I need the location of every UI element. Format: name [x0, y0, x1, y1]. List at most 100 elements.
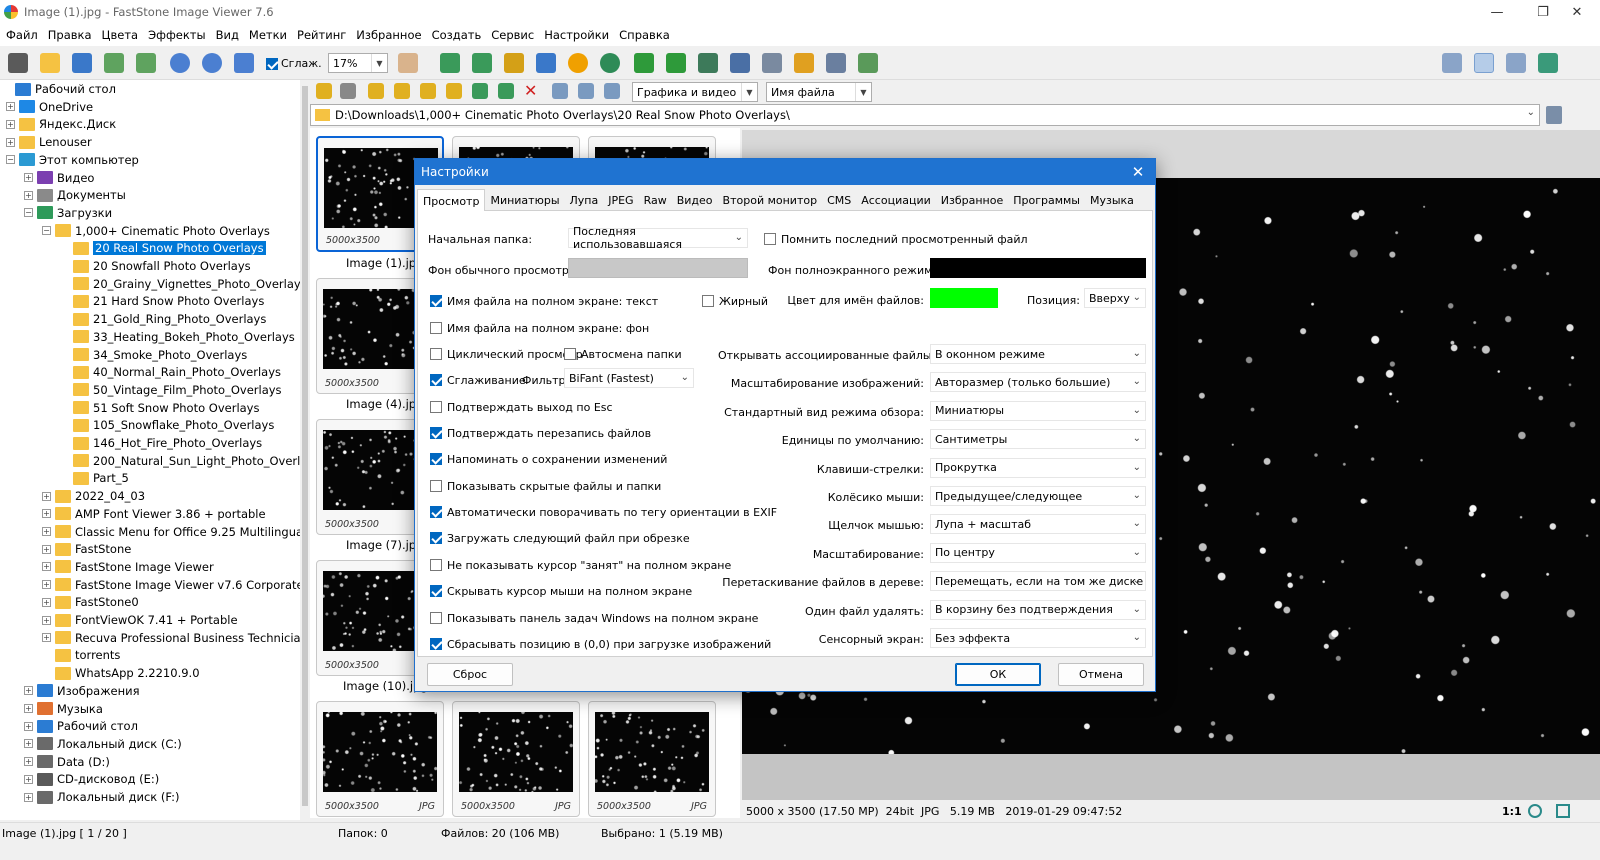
- menu-colors[interactable]: Цвета: [98, 28, 143, 42]
- tab-9[interactable]: Избранное: [936, 189, 1008, 211]
- filter-select[interactable]: BiFant (Fastest) ⌄: [564, 368, 694, 388]
- option-check[interactable]: [430, 638, 442, 650]
- reset-button[interactable]: Сброс: [427, 663, 513, 686]
- option-checkbox[interactable]: Автоматически поворачивать по тегу ориен…: [430, 504, 777, 520]
- thumbnails-view-icon[interactable]: [552, 83, 568, 99]
- bold-check[interactable]: [702, 295, 714, 307]
- tree-node[interactable]: 200_Natural_Sun_Light_Photo_Overla: [60, 452, 300, 470]
- tree-node[interactable]: 50_Vintage_Film_Photo_Overlays: [60, 381, 282, 399]
- tree-node[interactable]: 34_Smoke_Photo_Overlays: [60, 346, 247, 364]
- expand-icon[interactable]: +: [42, 509, 51, 519]
- setting-select[interactable]: Авторазмер (только большие) ⌄: [930, 372, 1146, 393]
- expand-icon[interactable]: +: [24, 757, 33, 767]
- tree-node[interactable]: + Рабочий стол: [24, 717, 138, 735]
- tree-node[interactable]: − 1,000+ Cinematic Photo Overlays: [42, 222, 270, 240]
- collapse-icon[interactable]: −: [6, 155, 15, 165]
- menu-rating[interactable]: Рейтинг: [293, 28, 350, 42]
- tab-3[interactable]: JPEG: [603, 189, 638, 211]
- collapse-icon[interactable]: −: [42, 226, 51, 236]
- expand-icon[interactable]: +: [42, 633, 51, 643]
- actual-size-icon[interactable]: [234, 53, 254, 73]
- back-icon[interactable]: [316, 83, 332, 99]
- option-checkbox[interactable]: Подтверждать перезапись файлов: [430, 425, 651, 441]
- remember-last-check[interactable]: [764, 233, 776, 245]
- rotate-left-icon[interactable]: [634, 53, 654, 73]
- tree-node[interactable]: + Яндекс.Диск: [6, 115, 116, 133]
- option-checkbox[interactable]: Имя файла на полном экране: текст: [430, 293, 658, 309]
- slideshow-icon[interactable]: [730, 53, 750, 73]
- option-check[interactable]: [430, 374, 442, 386]
- autoswitch-checkbox[interactable]: Автосмена папки: [564, 346, 682, 362]
- expand-icon[interactable]: +: [42, 597, 51, 607]
- menu-favorites[interactable]: Избранное: [352, 28, 425, 42]
- zoom-combo[interactable]: 17% ▼: [328, 53, 388, 73]
- setting-select[interactable]: Прокрутка ⌄: [930, 457, 1146, 478]
- tree-node[interactable]: + Lenouser: [6, 133, 92, 151]
- tree-node[interactable]: + FastStone Image Viewer v7.6 Corporate +: [42, 576, 300, 594]
- option-checkbox[interactable]: Загружать следующий файл при обрезке: [430, 530, 690, 546]
- expand-icon[interactable]: +: [24, 704, 33, 713]
- navigator-icon[interactable]: [1528, 804, 1542, 818]
- tab-6[interactable]: Второй монитор: [718, 189, 823, 211]
- option-checkbox[interactable]: Имя файла на полном экране: фон: [430, 320, 649, 336]
- tab-1[interactable]: Миниатюры: [485, 189, 564, 211]
- tree-node[interactable]: − Этот компьютер: [6, 151, 139, 169]
- option-checkbox[interactable]: Показывать скрытые файлы и папки: [430, 478, 661, 494]
- tree-node[interactable]: + OneDrive: [6, 98, 93, 116]
- option-checkbox[interactable]: Скрывать курсор мыши на полном экране: [430, 583, 692, 599]
- expand-icon[interactable]: +: [42, 562, 51, 572]
- collapse-icon[interactable]: −: [24, 208, 33, 218]
- trash-icon[interactable]: [1546, 106, 1562, 124]
- zoom-out-icon[interactable]: [202, 53, 222, 73]
- camera-icon[interactable]: [8, 53, 28, 73]
- tree-node[interactable]: + Recuva Professional Business Technicia: [42, 629, 300, 647]
- tree-node[interactable]: torrents: [42, 646, 120, 664]
- menu-settings[interactable]: Настройки: [540, 28, 613, 42]
- normal-bg-swatch[interactable]: [568, 258, 748, 278]
- open-folder-icon[interactable]: [40, 53, 60, 73]
- tab-5[interactable]: Видео: [672, 189, 718, 211]
- layout-2-icon[interactable]: [1474, 53, 1494, 73]
- tab-10[interactable]: Программы: [1008, 189, 1085, 211]
- copy-to-icon[interactable]: [472, 83, 488, 99]
- smooth-check[interactable]: [266, 57, 278, 70]
- file-filter-combo[interactable]: Графика и видео ▼: [632, 82, 758, 102]
- layout-1-icon[interactable]: [1442, 53, 1462, 73]
- tree-node[interactable]: + Локальный диск (F:): [24, 788, 179, 806]
- tree-node[interactable]: +2022_04_03: [42, 487, 145, 505]
- brightness-icon[interactable]: [568, 53, 588, 73]
- option-check[interactable]: [430, 295, 442, 307]
- tree-node[interactable]: + CD-дисковод (E:): [24, 770, 159, 788]
- expand-icon[interactable]: +: [42, 544, 51, 554]
- tab-4[interactable]: Raw: [639, 189, 672, 211]
- expand-icon[interactable]: +: [42, 491, 51, 501]
- tree-node[interactable]: + Документы: [24, 186, 126, 204]
- flip-icon[interactable]: [698, 53, 718, 73]
- tree-node[interactable]: + Изображения: [24, 682, 140, 700]
- save-icon[interactable]: [72, 53, 92, 73]
- tree-node[interactable]: 21_Gold_Ring_Photo_Overlays: [60, 310, 266, 328]
- person-icon[interactable]: [600, 53, 620, 73]
- new-folder-icon[interactable]: [420, 83, 436, 99]
- tree-scrollbar[interactable]: [300, 80, 310, 820]
- menu-file[interactable]: Файл: [2, 28, 42, 42]
- menu-tags[interactable]: Метки: [245, 28, 291, 42]
- tab-8[interactable]: Ассоциации: [856, 189, 936, 211]
- setting-select[interactable]: Сантиметры ⌄: [930, 429, 1146, 450]
- details-view-icon[interactable]: [578, 83, 594, 99]
- setting-select[interactable]: В корзину без подтверждения ⌄: [930, 599, 1146, 620]
- fit-icon[interactable]: [440, 53, 460, 73]
- ok-button[interactable]: ОК: [955, 663, 1041, 686]
- option-check[interactable]: [430, 348, 442, 360]
- expand-icon[interactable]: +: [24, 774, 33, 784]
- tree-node[interactable]: 33_Heating_Bokeh_Photo_Overlays: [60, 328, 295, 346]
- tab-2[interactable]: Лупа: [565, 189, 604, 211]
- remember-last-checkbox[interactable]: Помнить последний просмотренный файл: [764, 231, 1028, 247]
- expand-icon[interactable]: +: [42, 580, 51, 590]
- menu-view[interactable]: Вид: [212, 28, 243, 42]
- tree-node[interactable]: + AMP Font Viewer 3.86 + portable: [42, 505, 266, 523]
- next-icon[interactable]: [136, 53, 156, 73]
- layout-3-icon[interactable]: [1506, 53, 1526, 73]
- expand-icon[interactable]: +: [24, 721, 33, 731]
- minimize-button[interactable]: —: [1474, 0, 1520, 24]
